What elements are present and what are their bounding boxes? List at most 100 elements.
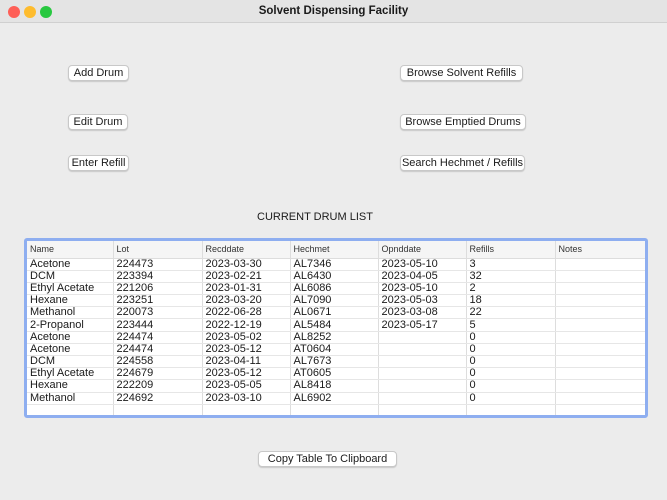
table-cell: 223394: [113, 270, 203, 283]
table-row[interactable]: Ethyl Acetate 221206 2023-01-31 AL6086 2023-…: [27, 282, 645, 296]
table-cell: Hexane: [27, 379, 114, 393]
table-cell: [555, 355, 645, 369]
table-cell: AT0604: [290, 343, 379, 357]
table-cell: 32: [466, 270, 556, 283]
table-cell: 2: [466, 282, 556, 296]
table-cell: 2023-05-03: [378, 294, 467, 308]
table-row[interactable]: Acetone 224474 2023-05-02 AL8252 0: [27, 331, 645, 344]
table-cell: 2023-05-10: [378, 258, 467, 271]
table-cell: DCM: [27, 355, 114, 369]
browse-solvent-refills-button[interactable]: Browse Solvent Refills: [400, 65, 523, 81]
table-cell: 224692: [113, 392, 203, 405]
table-cell: [555, 318, 645, 332]
table-cell: 220073: [113, 306, 203, 320]
table-cell: 2023-01-31: [202, 282, 291, 296]
table-cell: AL8252: [290, 331, 379, 344]
table-row[interactable]: Ethyl Acetate 224679 2023-05-12 AT0605 0: [27, 367, 645, 381]
table-cell: [378, 331, 467, 344]
table-cell: [202, 404, 291, 415]
table-cell: 2023-03-10: [202, 392, 291, 405]
table-cell: 221206: [113, 282, 203, 296]
table-cell: AL7346: [290, 258, 379, 271]
table-cell: AL6430: [290, 270, 379, 283]
table-cell: AL8418: [290, 379, 379, 393]
table-cell: 2022-06-28: [202, 306, 291, 320]
table-row[interactable]: [27, 404, 645, 415]
table-cell: AL5484: [290, 318, 379, 332]
title-bar: Solvent Dispensing Facility: [0, 0, 667, 23]
table-cell: [378, 379, 467, 393]
table-cell: 2023-03-08: [378, 306, 467, 320]
table-cell: [555, 367, 645, 381]
table-cell: 224474: [113, 331, 203, 344]
table-row[interactable]: Methanol 220073 2022-06-28 AL0671 2023-03-08…: [27, 306, 645, 320]
copy-table-button[interactable]: Copy Table To Clipboard: [258, 451, 397, 467]
table-cell: 2023-05-05: [202, 379, 291, 393]
table-cell: AL0671: [290, 306, 379, 320]
table-row[interactable]: Methanol 224692 2023-03-10 AL6902 0: [27, 392, 645, 405]
table-cell: [555, 404, 645, 415]
table-cell: Ethyl Acetate: [27, 282, 114, 296]
table-cell: 0: [466, 392, 556, 405]
table-row[interactable]: 2-Propanol 223444 2022-12-19 AL5484 2023-05-…: [27, 318, 645, 332]
table-cell: Methanol: [27, 306, 114, 320]
table-row[interactable]: Acetone 224474 2023-05-12 AT0604 0: [27, 343, 645, 357]
table-cell: AL7673: [290, 355, 379, 369]
table-cell: [555, 258, 645, 271]
table-cell: Methanol: [27, 392, 114, 405]
current-drum-list-label: CURRENT DRUM LIST: [257, 211, 373, 223]
table-cell: [555, 294, 645, 308]
table-cell: 0: [466, 355, 556, 369]
table-cell: [378, 392, 467, 405]
table-row[interactable]: DCM 223394 2023-02-21 AL6430 2023-04-05 32: [27, 270, 645, 283]
table-cell: 223251: [113, 294, 203, 308]
enter-refill-button[interactable]: Enter Refill: [68, 155, 129, 171]
table-cell: Acetone: [27, 258, 114, 271]
maximize-button[interactable]: [40, 6, 52, 18]
column-header-refills[interactable]: Refills: [466, 241, 556, 259]
column-header-name[interactable]: Name: [27, 241, 114, 259]
add-drum-button[interactable]: Add Drum: [68, 65, 129, 81]
table-cell: DCM: [27, 270, 114, 283]
column-header-hechmet[interactable]: Hechmet: [290, 241, 379, 259]
table-cell: [378, 404, 467, 415]
table-header: Name Lot Recddate Hechmet Opnddate Refills Not…: [27, 241, 645, 259]
browse-emptied-drums-button[interactable]: Browse Emptied Drums: [400, 114, 526, 130]
table-cell: Acetone: [27, 331, 114, 344]
column-header-recddate[interactable]: Recddate: [202, 241, 291, 259]
table-cell: 222209: [113, 379, 203, 393]
table-cell: [555, 392, 645, 405]
table-cell: 0: [466, 331, 556, 344]
table-cell: Ethyl Acetate: [27, 367, 114, 381]
table-cell: 2023-05-12: [202, 367, 291, 381]
close-button[interactable]: [8, 6, 20, 18]
table-cell: [378, 343, 467, 357]
column-header-lot[interactable]: Lot: [113, 241, 203, 259]
window-title: Solvent Dispensing Facility: [258, 5, 409, 17]
table-cell: [378, 367, 467, 381]
table-row[interactable]: Hexane 222209 2023-05-05 AL8418 0: [27, 379, 645, 393]
table-cell: 224679: [113, 367, 203, 381]
table-cell: 3: [466, 258, 556, 271]
table-row[interactable]: DCM 224558 2023-04-11 AL7673 0: [27, 355, 645, 369]
column-header-notes[interactable]: Notes: [555, 241, 645, 259]
table-cell: 2023-05-02: [202, 331, 291, 344]
drum-table[interactable]: Name Lot Recddate Hechmet Opnddate Refills Not…: [24, 238, 648, 418]
table-cell: 22: [466, 306, 556, 320]
table-cell: 18: [466, 294, 556, 308]
table-cell: 2023-03-20: [202, 294, 291, 308]
table-cell: [27, 404, 114, 415]
table-cell: [555, 343, 645, 357]
column-header-opnddate[interactable]: Opnddate: [378, 241, 467, 259]
edit-drum-button[interactable]: Edit Drum: [68, 114, 128, 130]
table-cell: 2023-05-12: [202, 343, 291, 357]
minimize-button[interactable]: [24, 6, 36, 18]
table-cell: [378, 355, 467, 369]
table-row[interactable]: Hexane 223251 2023-03-20 AL7090 2023-05-03 18: [27, 294, 645, 308]
table-cell: 2023-04-11: [202, 355, 291, 369]
table-cell: [555, 270, 645, 283]
table-cell: AT0605: [290, 367, 379, 381]
search-hechmet-refills-button[interactable]: Search Hechmet / Refills: [400, 155, 525, 171]
table-cell: 5: [466, 318, 556, 332]
table-row[interactable]: Acetone 224473 2023-03-30 AL7346 2023-05-10 3: [27, 258, 645, 271]
